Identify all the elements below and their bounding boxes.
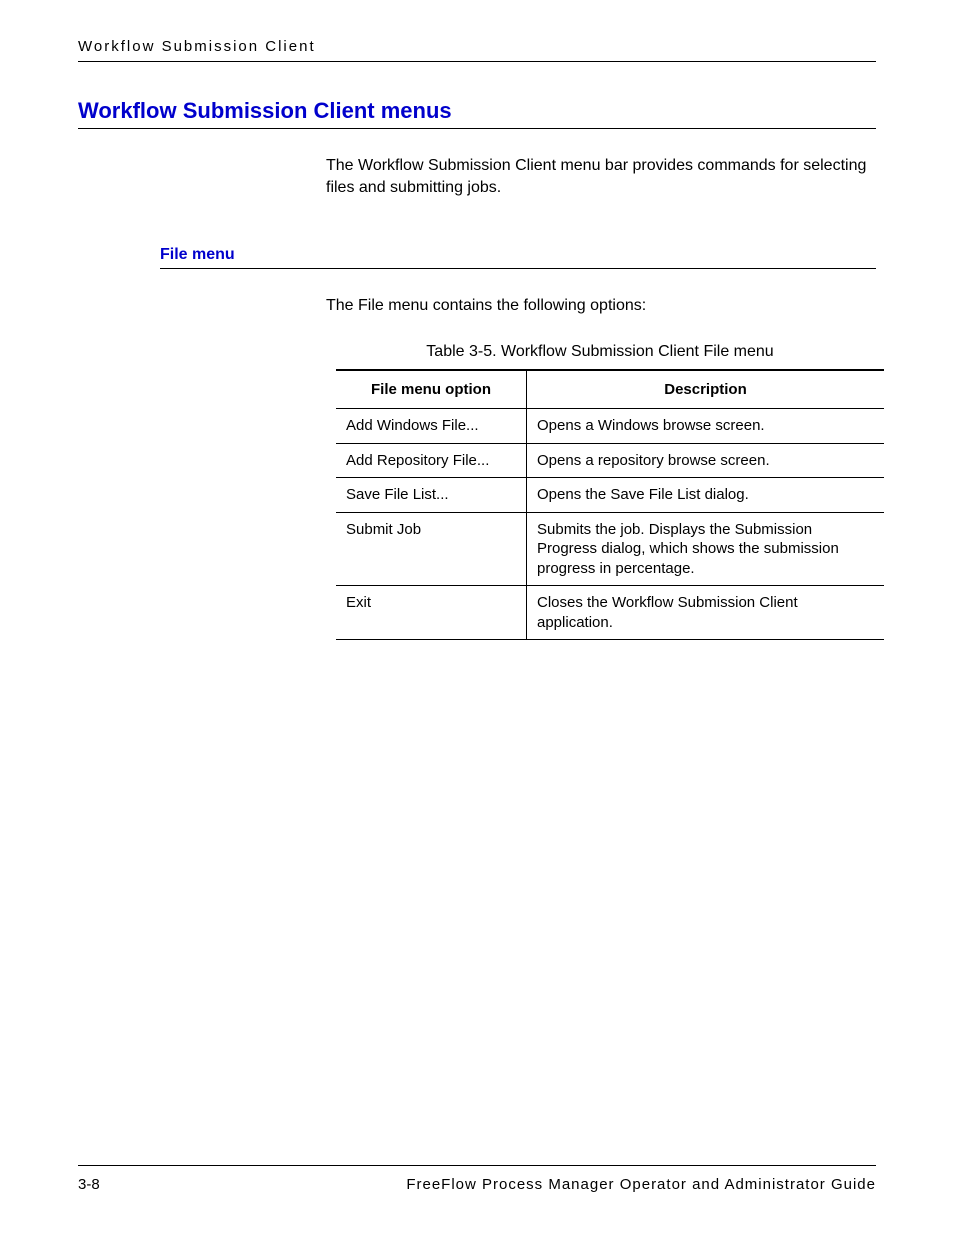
cell-desc: Closes the Workflow Submission Client ap… bbox=[527, 586, 885, 640]
page-footer: 3-8 FreeFlow Process Manager Operator an… bbox=[78, 1165, 876, 1193]
col-header-option: File menu option bbox=[336, 370, 527, 409]
cell-desc: Opens a repository browse screen. bbox=[527, 443, 885, 478]
col-header-description: Description bbox=[527, 370, 885, 409]
cell-option: Save File List... bbox=[336, 478, 527, 513]
table-row: Add Windows File... Opens a Windows brow… bbox=[336, 409, 884, 444]
table-row: Exit Closes the Workflow Submission Clie… bbox=[336, 586, 884, 640]
running-head: Workflow Submission Client bbox=[78, 38, 876, 62]
subsection-intro: The File menu contains the following opt… bbox=[326, 297, 874, 315]
section-heading: Workflow Submission Client menus bbox=[78, 98, 876, 129]
cell-desc: Opens the Save File List dialog. bbox=[527, 478, 885, 513]
cell-option: Exit bbox=[336, 586, 527, 640]
section-intro: The Workflow Submission Client menu bar … bbox=[326, 155, 874, 198]
cell-option: Submit Job bbox=[336, 512, 527, 586]
cell-option: Add Repository File... bbox=[336, 443, 527, 478]
cell-option: Add Windows File... bbox=[336, 409, 527, 444]
table-row: Submit Job Submits the job. Displays the… bbox=[336, 512, 884, 586]
file-menu-table: File menu option Description Add Windows… bbox=[336, 369, 884, 640]
cell-desc: Submits the job. Displays the Submission… bbox=[527, 512, 885, 586]
page-number: 3-8 bbox=[78, 1176, 100, 1193]
doc-title: FreeFlow Process Manager Operator and Ad… bbox=[406, 1176, 876, 1193]
subsection-heading: File menu bbox=[160, 246, 876, 269]
table-row: Save File List... Opens the Save File Li… bbox=[336, 478, 884, 513]
table-caption: Table 3-5. Workflow Submission Client Fi… bbox=[326, 343, 874, 361]
table-row: Add Repository File... Opens a repositor… bbox=[336, 443, 884, 478]
table-header-row: File menu option Description bbox=[336, 370, 884, 409]
cell-desc: Opens a Windows browse screen. bbox=[527, 409, 885, 444]
